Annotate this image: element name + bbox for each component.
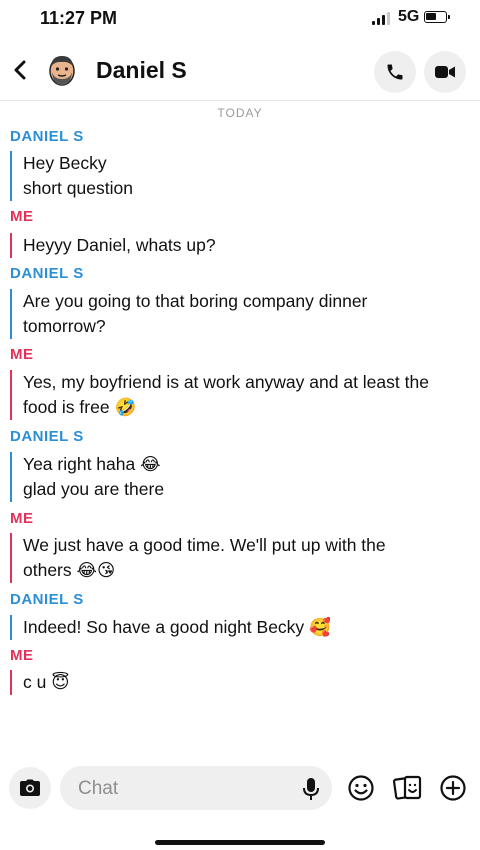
camera-icon	[20, 779, 40, 796]
message-text: We just have a good time. We'll put up w…	[23, 535, 386, 555]
message-text: c u 😇	[23, 672, 70, 692]
contact-name[interactable]: Daniel S	[96, 57, 187, 84]
message-bubble[interactable]: Are you going to that boring company din…	[10, 289, 465, 339]
video-call-button[interactable]	[424, 51, 466, 93]
message-text: others 😂😘	[23, 560, 116, 580]
sender-label: DANIEL S	[10, 591, 84, 608]
sender-label: DANIEL S	[10, 128, 84, 145]
camera-button[interactable]	[9, 767, 51, 809]
smiley-icon	[348, 775, 374, 801]
battery-icon	[424, 11, 450, 23]
sender-label: ME	[10, 510, 34, 527]
sender-label: DANIEL S	[10, 428, 84, 445]
chat-input-box	[60, 766, 332, 812]
sender-label: ME	[10, 208, 34, 225]
sender-label: ME	[10, 647, 34, 664]
stickers-icon	[392, 775, 422, 800]
message-bubble[interactable]: Yes, my boyfriend is at work anyway and …	[10, 370, 465, 420]
message-text: Are you going to that boring company din…	[23, 291, 368, 311]
message-text: Heyyy Daniel, whats up?	[23, 235, 216, 255]
message-text: food is free 🤣	[23, 397, 137, 417]
message-text: Indeed! So have a good night Becky 🥰	[23, 617, 331, 637]
network-label: 5G	[398, 8, 420, 25]
more-button[interactable]	[439, 774, 467, 802]
plus-circle-icon	[440, 775, 466, 801]
sender-label: ME	[10, 346, 34, 363]
message-text: Yes, my boyfriend is at work anyway and …	[23, 372, 429, 392]
chat-input[interactable]	[76, 766, 280, 812]
day-separator: TODAY	[217, 106, 263, 120]
message-text: tomorrow?	[23, 316, 106, 336]
call-button[interactable]	[374, 51, 416, 93]
message-bubble[interactable]: Indeed! So have a good night Becky 🥰	[10, 615, 465, 640]
sender-label: DANIEL S	[10, 265, 84, 282]
message-bubble[interactable]: We just have a good time. We'll put up w…	[10, 533, 465, 583]
microphone-icon	[303, 778, 319, 800]
microphone-button[interactable]	[302, 777, 320, 801]
message-bubble[interactable]: c u 😇	[10, 670, 465, 695]
status-bar: 11:27 PM 5G	[0, 0, 480, 40]
message-bubble[interactable]: Hey Becky short question	[10, 151, 465, 201]
message-text: glad you are there	[23, 479, 165, 499]
message-bubble[interactable]: Yea right haha 😂 glad you are there	[10, 452, 465, 502]
status-time: 11:27 PM	[40, 8, 118, 28]
home-indicator	[155, 840, 325, 845]
chevron-left-icon	[14, 60, 26, 80]
chat-header: Daniel S	[0, 40, 480, 101]
signal-icon	[372, 12, 392, 25]
emoji-button[interactable]	[347, 774, 375, 802]
message-text: Hey Becky	[23, 153, 107, 173]
stickers-button[interactable]	[392, 774, 422, 802]
avatar[interactable]	[46, 52, 78, 88]
video-camera-icon	[435, 66, 455, 78]
message-text: short question	[23, 178, 133, 198]
back-button[interactable]	[8, 56, 34, 84]
message-bubble[interactable]: Heyyy Daniel, whats up?	[10, 233, 465, 258]
phone-icon	[387, 64, 403, 80]
message-text: Yea right haha 😂	[23, 454, 161, 474]
